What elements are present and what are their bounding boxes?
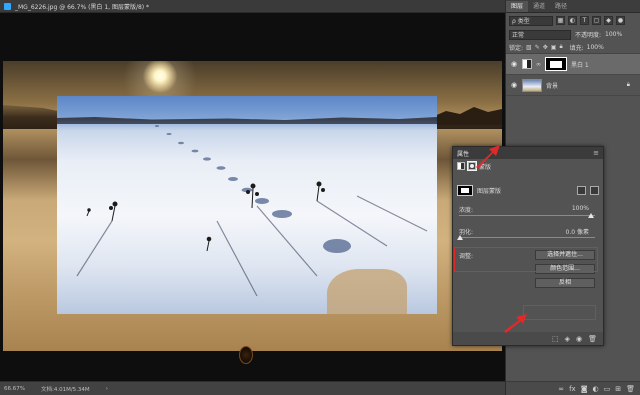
feather-value[interactable]: 0.0 像素 — [566, 227, 589, 236]
lock-artboard-icon[interactable]: ▣ — [551, 44, 557, 51]
arrow-to-invert — [504, 314, 527, 333]
select-pixel-mask-icon[interactable] — [577, 185, 586, 195]
tab-channels[interactable]: 通道 — [528, 1, 550, 12]
load-selection-icon[interactable]: ⬚ — [552, 335, 559, 343]
invert-button[interactable]: 反相 — [535, 278, 595, 288]
trash-icon[interactable]: 🗑︎ — [626, 385, 635, 393]
feather-slider-knob[interactable] — [457, 235, 463, 240]
lock-pixels-icon[interactable]: ▧ — [526, 44, 532, 51]
status-bar: 66.67% 文档:4.01M/5.34M › — [0, 381, 505, 395]
filter-pixel-icon[interactable]: ▦ — [556, 16, 565, 25]
adjustment-icon[interactable]: ◐ — [593, 385, 599, 393]
feather-slider-track[interactable] — [459, 237, 595, 238]
layer-mask-thumbnail[interactable] — [545, 57, 567, 71]
mask-revealed-area — [57, 96, 437, 314]
mask-icon[interactable]: ◙ — [581, 385, 588, 393]
document-info: 文档:4.01M/5.34M — [40, 386, 90, 393]
add-vector-mask-icon[interactable] — [590, 185, 599, 195]
mask-type-label: 图层蒙版 — [477, 187, 502, 195]
density-slider-track[interactable] — [459, 215, 595, 216]
density-value[interactable]: 100% — [572, 205, 589, 212]
apply-mask-icon[interactable]: ◈ — [565, 335, 570, 343]
layers-bottom-bar: ∞ fx ◙ ◐ ▭ ⊞ 🗑︎ — [506, 381, 640, 395]
blend-row: 正常 不透明度: 100% — [506, 28, 640, 41]
opacity-label: 不透明度: — [575, 32, 602, 39]
fill-label: 填充: — [569, 44, 584, 52]
adjustment-properties-icon[interactable] — [457, 162, 465, 170]
fx-icon[interactable]: fx — [569, 385, 576, 393]
highlight-feather — [454, 247, 598, 272]
visibility-eye-icon[interactable]: ◉ — [510, 81, 518, 89]
delete-mask-icon[interactable]: 🗑︎ — [588, 335, 597, 343]
highlight-invert — [523, 305, 596, 320]
filter-shape-icon[interactable]: ▢ — [592, 16, 601, 25]
panel-menu-icon[interactable]: ≡ — [593, 149, 599, 157]
tree-line — [432, 107, 502, 125]
density-label: 浓度: — [459, 207, 474, 214]
layer-row-background[interactable]: ◉ 背景 🔒︎ — [506, 75, 640, 96]
tab-paths[interactable]: 路径 — [550, 1, 572, 12]
background-thumbnail — [522, 78, 542, 92]
layer-row-bw[interactable]: ◉ ∞ 黑白 1 — [506, 54, 640, 75]
tab-layers[interactable]: 图层 — [506, 1, 529, 12]
feather-field: 羽化: 0.0 像素 — [453, 223, 603, 245]
lock-icon: 🔒︎ — [626, 81, 630, 88]
filter-smart-icon[interactable]: ◆ — [604, 16, 613, 25]
layer-filter-bar: ρ 类型 ▦ ◐ T ▢ ◆ ● — [506, 13, 640, 28]
filter-adjustment-icon[interactable]: ◐ — [568, 16, 577, 25]
link-icon[interactable]: ∞ — [558, 385, 564, 393]
layer-name: 背景 — [546, 82, 559, 90]
document-title: _MG_6226.jpg @ 66.7% (黑白 1, 图层蒙版/8) * — [15, 3, 150, 11]
fill-value[interactable]: 100% — [587, 44, 604, 51]
new-layer-icon[interactable]: ⊞ — [615, 385, 621, 393]
panel-tab-bar: 图层 通道 路径 — [506, 0, 640, 13]
lock-row: 锁定: ▧ ✎ ✥ ▣ 🔒︎ 填充: 100% — [506, 41, 640, 54]
visibility-eye-icon[interactable]: ◉ — [510, 60, 518, 68]
opacity-value[interactable]: 100% — [605, 31, 622, 38]
canvas[interactable] — [0, 13, 505, 381]
arrow-to-mask-icon — [476, 145, 500, 169]
lock-position-icon[interactable]: ✥ — [543, 44, 548, 51]
properties-footer: ⬚ ◈ ◉ 🗑︎ — [453, 332, 603, 345]
density-field: 浓度: 100% — [453, 201, 603, 223]
lock-paint-icon[interactable]: ✎ — [535, 44, 540, 51]
lock-label: 锁定: — [509, 44, 524, 52]
mask-type-row: 图层蒙版 — [453, 179, 603, 201]
mask-type-thumbnail — [457, 184, 473, 196]
sunlit-snow-patch — [327, 269, 407, 314]
lock-all-icon[interactable]: 🔒︎ — [559, 43, 562, 51]
group-icon[interactable]: ▭ — [604, 385, 611, 393]
layer-name: 黑白 1 — [571, 61, 589, 69]
toggle-mask-eye-icon[interactable]: ◉ — [576, 335, 582, 343]
black-white-adjustment-icon — [522, 59, 532, 69]
properties-title: 属性 — [457, 150, 470, 158]
blend-mode-select[interactable]: 正常 — [509, 29, 571, 40]
status-menu-arrow[interactable]: › — [106, 386, 108, 392]
link-chain-icon[interactable]: ∞ — [536, 61, 541, 68]
photoshop-icon — [4, 2, 11, 10]
zoom-level[interactable]: 66.67% — [4, 386, 25, 392]
density-slider-knob[interactable] — [588, 213, 594, 218]
document-tab[interactable]: _MG_6226.jpg @ 66.7% (黑白 1, 图层蒙版/8) * — [0, 0, 505, 13]
filter-type-icon[interactable]: T — [580, 16, 589, 25]
kind-filter-select[interactable]: ρ 类型 — [509, 15, 553, 26]
watermark-logo — [239, 346, 253, 364]
filter-toggle-icon[interactable]: ● — [616, 16, 625, 25]
